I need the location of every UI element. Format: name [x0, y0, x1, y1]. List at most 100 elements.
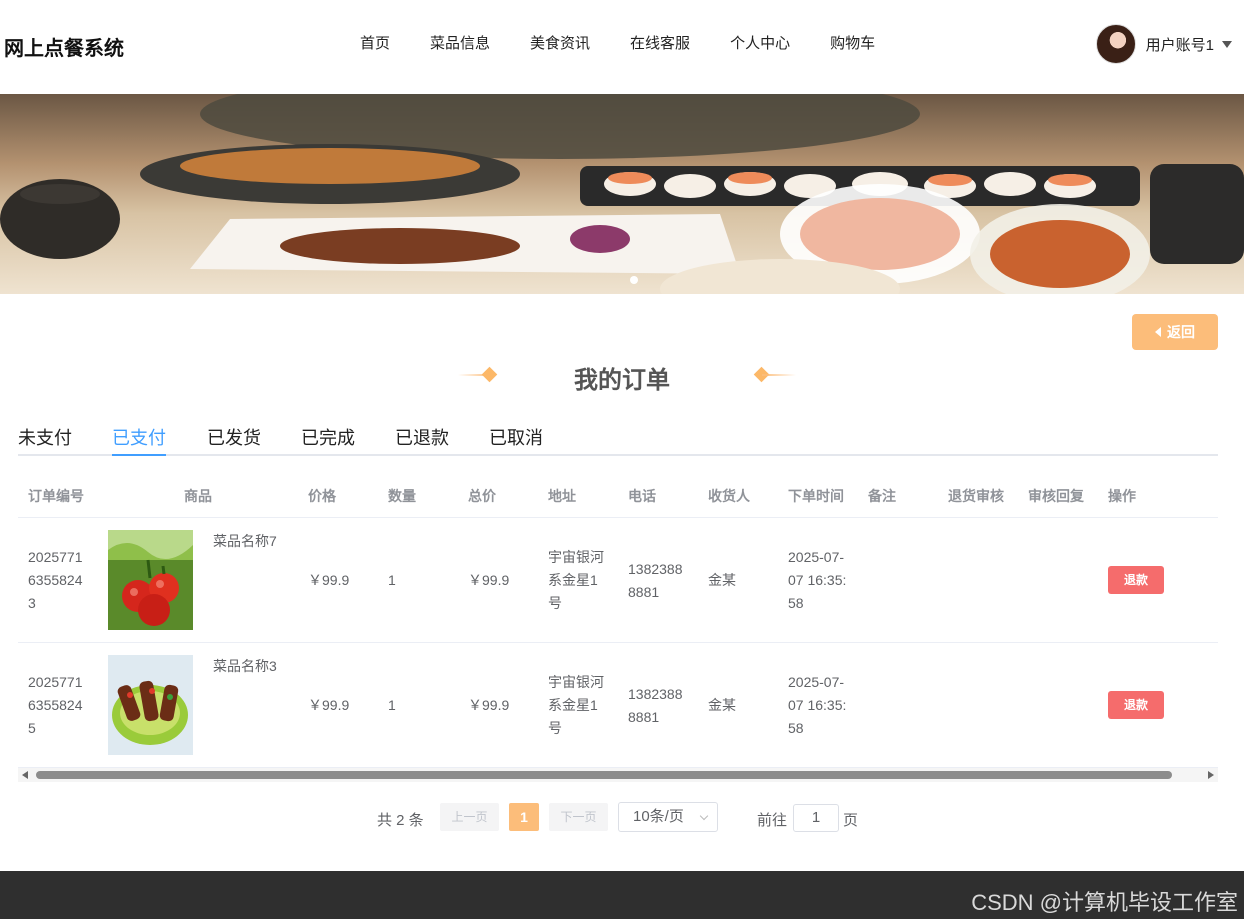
address-line: 号 — [548, 595, 562, 611]
tab-unpaid[interactable]: 未支付 — [18, 424, 72, 454]
avatar[interactable] — [1095, 24, 1136, 64]
goto-page-input[interactable]: 1 — [793, 804, 839, 832]
col-order-no: 订单编号 — [28, 488, 84, 504]
total-count: 共 2 条 — [377, 812, 424, 829]
food-banner — [0, 94, 1244, 294]
receiver: 金某 — [708, 697, 736, 713]
table-row: 2025771 6355824 3 菜品名称7 ￥99.9 1 ￥99.9 宇宙… — [18, 518, 1218, 643]
pagination: 共 2 条 上一页 1 下一页 10条/页 前往 1 页 — [0, 802, 1244, 832]
orders-table: 订单编号 商品 价格 数量 总价 地址 电话 收货人 下单时间 备注 退货审核 … — [18, 470, 1218, 768]
address: 宇宙银河 系金星1 号 — [548, 671, 604, 740]
col-receiver: 收货人 — [708, 488, 750, 504]
price: ￥99.9 — [308, 572, 350, 588]
scrollbar-thumb[interactable] — [36, 771, 1172, 779]
product-image-tomato — [108, 530, 193, 630]
chevron-down-icon — [699, 811, 709, 821]
phone-line: 1382388 — [628, 561, 683, 577]
order-time: 2025-07- 07 16:35: 58 — [788, 671, 846, 740]
table-header: 订单编号 商品 价格 数量 总价 地址 电话 收货人 下单时间 备注 退货审核 … — [18, 470, 1218, 518]
col-remark: 备注 — [868, 488, 896, 504]
caret-left-icon — [1155, 327, 1161, 337]
header: 网上点餐系统 首页 菜品信息 美食资讯 在线客服 个人中心 购物车 用户账号1 — [0, 0, 1244, 94]
order-no: 2025771 6355824 3 — [28, 546, 83, 615]
col-review-reply: 审核回复 — [1028, 488, 1084, 504]
carousel-dot[interactable] — [630, 276, 638, 284]
col-order-time: 下单时间 — [788, 488, 844, 504]
address-line: 号 — [548, 720, 562, 736]
table-row: 2025771 6355824 5 菜品名称3 ￥99.9 1 ￥99.9 宇宙… — [18, 643, 1218, 768]
order-time: 2025-07- 07 16:35: 58 — [788, 546, 846, 615]
footer: CSDN @计算机毕设工作室 — [0, 871, 1244, 919]
page-number-current[interactable]: 1 — [509, 803, 539, 831]
nav-personal-center[interactable]: 个人中心 — [730, 32, 790, 53]
order-no: 2025771 6355824 5 — [28, 671, 83, 740]
order-time-line: 58 — [788, 720, 804, 736]
refund-button[interactable]: 退款 — [1108, 691, 1164, 719]
price: ￥99.9 — [308, 697, 350, 713]
order-no-line: 2025771 — [28, 674, 83, 690]
tab-paid[interactable]: 已支付 — [112, 424, 166, 456]
user-menu[interactable]: 用户账号1 — [1095, 24, 1232, 64]
col-address: 地址 — [548, 488, 576, 504]
banner-image — [0, 94, 1244, 294]
page-title: 我的订单 — [574, 367, 670, 394]
col-return-review: 退货审核 — [948, 488, 1004, 504]
nav-dishes[interactable]: 菜品信息 — [430, 32, 490, 53]
tab-shipped[interactable]: 已发货 — [207, 424, 261, 454]
user-name[interactable]: 用户账号1 — [1146, 34, 1214, 55]
refund-button[interactable]: 退款 — [1108, 566, 1164, 594]
col-price: 价格 — [308, 488, 336, 504]
product-image-skewers — [108, 655, 193, 755]
col-action: 操作 — [1108, 488, 1136, 504]
address-line: 宇宙银河 — [548, 674, 604, 690]
address-line: 宇宙银河 — [548, 549, 604, 565]
order-time-line: 07 16:35: — [788, 697, 847, 713]
tab-refunded[interactable]: 已退款 — [395, 424, 449, 454]
order-no-line: 5 — [28, 720, 36, 736]
phone-line: 1382388 — [628, 686, 683, 702]
phone: 1382388 8881 — [628, 683, 683, 729]
col-total: 总价 — [468, 488, 496, 504]
prev-page-button[interactable]: 上一页 — [440, 803, 499, 831]
address: 宇宙银河 系金星1 号 — [548, 546, 604, 615]
next-page-button[interactable]: 下一页 — [549, 803, 608, 831]
order-no-line: 6355824 — [28, 572, 83, 588]
horizontal-scrollbar[interactable] — [18, 768, 1218, 782]
title-section: 我的订单 — [0, 358, 1244, 398]
order-no-line: 2025771 — [28, 549, 83, 565]
total-price: ￥99.9 — [468, 572, 510, 588]
col-phone: 电话 — [628, 488, 656, 504]
site-logo[interactable]: 网上点餐系统 — [4, 32, 124, 61]
phone-line: 8881 — [628, 709, 660, 725]
nav-online-service[interactable]: 在线客服 — [630, 32, 690, 53]
col-qty: 数量 — [388, 488, 416, 504]
receiver: 金某 — [708, 572, 736, 588]
order-no-line: 6355824 — [28, 697, 83, 713]
main-nav: 首页 菜品信息 美食资讯 在线客服 个人中心 购物车 — [360, 32, 915, 53]
product-name: 菜品名称3 — [213, 658, 277, 674]
phone: 1382388 8881 — [628, 558, 683, 604]
nav-home[interactable]: 首页 — [360, 32, 390, 53]
order-time-line: 2025-07- — [788, 549, 845, 565]
scroll-left-icon[interactable] — [22, 771, 28, 779]
caret-down-icon[interactable] — [1222, 40, 1232, 48]
phone-line: 8881 — [628, 584, 660, 600]
tab-cancelled[interactable]: 已取消 — [489, 424, 543, 454]
tab-completed[interactable]: 已完成 — [301, 424, 355, 454]
title-decoration-right — [753, 366, 796, 383]
page-size-value: 10条/页 — [633, 808, 684, 825]
total-price: ￥99.9 — [468, 697, 510, 713]
order-time-line: 58 — [788, 595, 804, 611]
order-status-tabs: 未支付 已支付 已发货 已完成 已退款 已取消 — [18, 424, 1218, 456]
scroll-right-icon[interactable] — [1208, 771, 1214, 779]
quantity: 1 — [388, 572, 396, 588]
order-no-line: 3 — [28, 595, 36, 611]
product-name: 菜品名称7 — [213, 533, 277, 549]
address-line: 系金星1 — [548, 572, 598, 588]
back-button[interactable]: 返回 — [1132, 314, 1218, 350]
nav-food-news[interactable]: 美食资讯 — [530, 32, 590, 53]
nav-cart[interactable]: 购物车 — [830, 32, 875, 53]
quantity: 1 — [388, 697, 396, 713]
page-size-select[interactable]: 10条/页 — [618, 802, 718, 832]
address-line: 系金星1 — [548, 697, 598, 713]
